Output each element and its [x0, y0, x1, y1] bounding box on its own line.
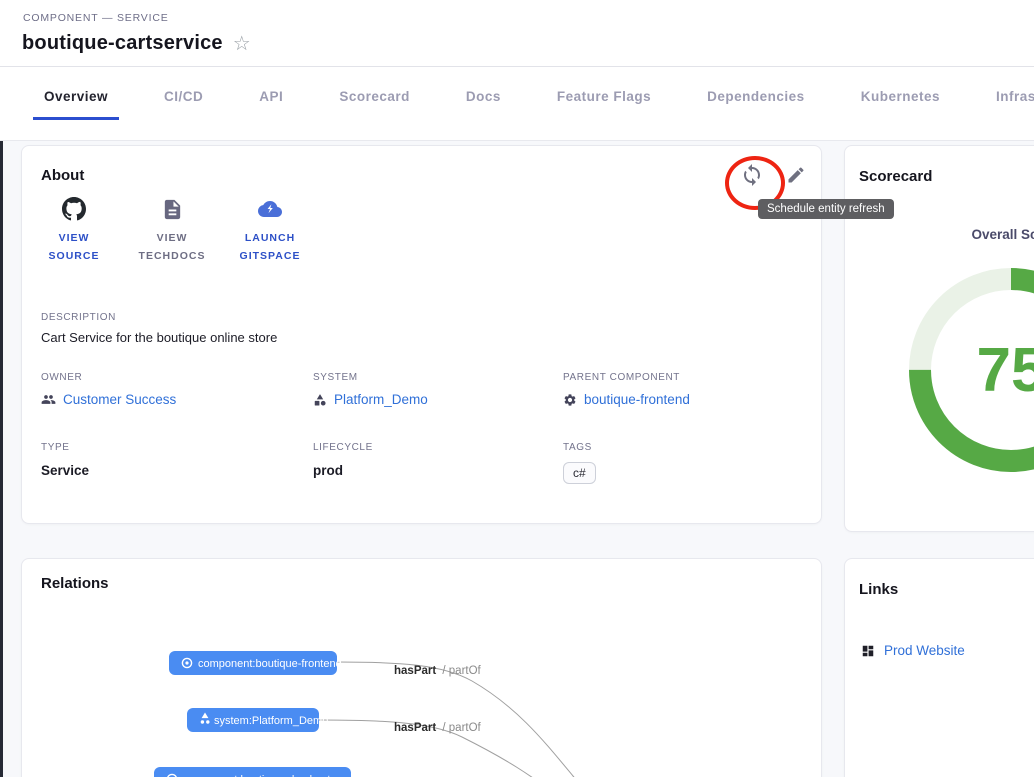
breadcrumb: COMPONENT — SERVICE	[23, 12, 169, 24]
view-techdocs-label: VIEW TECHDOCS	[132, 229, 212, 266]
links-card-title: Links	[859, 581, 898, 598]
type-field: TYPE Service	[41, 442, 313, 484]
relation-node-platform-demo[interactable]: system:Platform_Demo	[187, 708, 328, 732]
relations-card: Relations hasPart / partOf hasPart / par…	[21, 558, 822, 777]
refresh-entity-button[interactable]	[732, 155, 772, 195]
document-icon	[161, 196, 184, 222]
system-value: Platform_Demo	[334, 392, 428, 407]
parent-component-value: boutique-frontend	[584, 392, 690, 407]
owner-label: OWNER	[41, 372, 313, 383]
parent-component-link[interactable]: boutique-frontend	[563, 392, 690, 407]
tab-dependencies[interactable]: Dependencies	[696, 67, 816, 126]
parent-component-label: PARENT COMPONENT	[563, 372, 802, 383]
system-label: SYSTEM	[313, 372, 563, 383]
relation-node-label: system:Platform_Demo	[214, 715, 328, 727]
entity-page: COMPONENT — SERVICE boutique-cartservice…	[0, 0, 1034, 777]
lifecycle-field: LIFECYCLE prod	[313, 442, 563, 484]
dashboard-icon	[861, 644, 875, 658]
system-icon	[313, 393, 327, 407]
lifecycle-label: LIFECYCLE	[313, 442, 563, 453]
edge-label: hasPart / partOf	[394, 665, 482, 677]
cloud-icon	[256, 196, 284, 222]
tags-field: TAGS c#	[563, 442, 802, 484]
lifecycle-value: prod	[313, 463, 343, 478]
description-text: Cart Service for the boutique online sto…	[41, 330, 277, 345]
tab-scorecard[interactable]: Scorecard	[328, 67, 421, 126]
tab-overview[interactable]: Overview	[33, 67, 119, 126]
tab-cicd[interactable]: CI/CD	[153, 67, 214, 126]
component-gear-icon	[563, 393, 577, 407]
entity-header: COMPONENT — SERVICE boutique-cartservice…	[0, 0, 1034, 67]
tab-api[interactable]: API	[248, 67, 294, 126]
tab-kubernetes[interactable]: Kubernetes	[850, 67, 951, 126]
relation-node-boutique-frontend[interactable]: component:boutique-frontend	[169, 651, 342, 675]
owner-link[interactable]: Customer Success	[41, 392, 176, 407]
parent-component-field: PARENT COMPONENT boutique-frontend	[563, 372, 802, 412]
view-source-button[interactable]: VIEW SOURCE	[32, 196, 116, 266]
overall-score-value: 75	[891, 250, 1034, 490]
page-title: boutique-cartservice	[22, 32, 223, 55]
launch-gitspace-label: LAUNCH GITSPACE	[230, 229, 310, 266]
about-actions: VIEW SOURCE VIEW TECHDOCS LAUNCH GITSPAC…	[32, 196, 312, 266]
relation-node-boutique-checkoutservice[interactable]: component:boutique-checkoutservice	[154, 767, 365, 777]
launch-gitspace-button[interactable]: LAUNCH GITSPACE	[228, 196, 312, 266]
edit-pencil-icon	[786, 165, 806, 185]
github-icon	[62, 196, 86, 222]
owner-field: OWNER Customer Success	[41, 372, 313, 412]
system-link[interactable]: Platform_Demo	[313, 392, 428, 407]
description-label: DESCRIPTION	[41, 312, 116, 323]
refresh-tooltip: Schedule entity refresh	[758, 199, 894, 219]
owner-value: Customer Success	[63, 392, 176, 407]
refresh-icon	[740, 163, 764, 187]
scorecard-card-title: Scorecard	[859, 168, 932, 185]
group-icon	[41, 392, 56, 407]
tab-bar: Overview CI/CD API Scorecard Docs Featur…	[0, 67, 1034, 141]
relation-node-label: component:boutique-frontend	[198, 658, 342, 670]
edit-entity-button[interactable]	[776, 155, 816, 195]
overall-score-label: Overall Score	[971, 227, 1034, 242]
links-card: Links Prod Website	[844, 558, 1034, 777]
tab-infrastructure[interactable]: Infrastructure	[985, 67, 1034, 126]
prod-website-link[interactable]: Prod Website	[861, 643, 965, 658]
view-techdocs-button[interactable]: VIEW TECHDOCS	[130, 196, 214, 266]
view-source-label: VIEW SOURCE	[34, 229, 114, 266]
relations-graph: hasPart / partOf hasPart / partOf compon…	[22, 559, 821, 777]
type-label: TYPE	[41, 442, 313, 453]
tab-docs[interactable]: Docs	[455, 67, 512, 126]
prod-website-label: Prod Website	[884, 643, 965, 658]
about-card: About VIEW SOURCE VIEW TECHDOCS	[21, 145, 822, 524]
about-card-title: About	[41, 167, 84, 184]
favorite-star-icon[interactable]: ☆	[233, 34, 251, 54]
system-field: SYSTEM Platform_Demo	[313, 372, 563, 412]
type-value: Service	[41, 463, 89, 478]
tags-label: TAGS	[563, 442, 802, 453]
tab-feature-flags[interactable]: Feature Flags	[546, 67, 662, 126]
tag-chip[interactable]: c#	[563, 462, 596, 484]
edge-label: hasPart / partOf	[394, 722, 482, 734]
